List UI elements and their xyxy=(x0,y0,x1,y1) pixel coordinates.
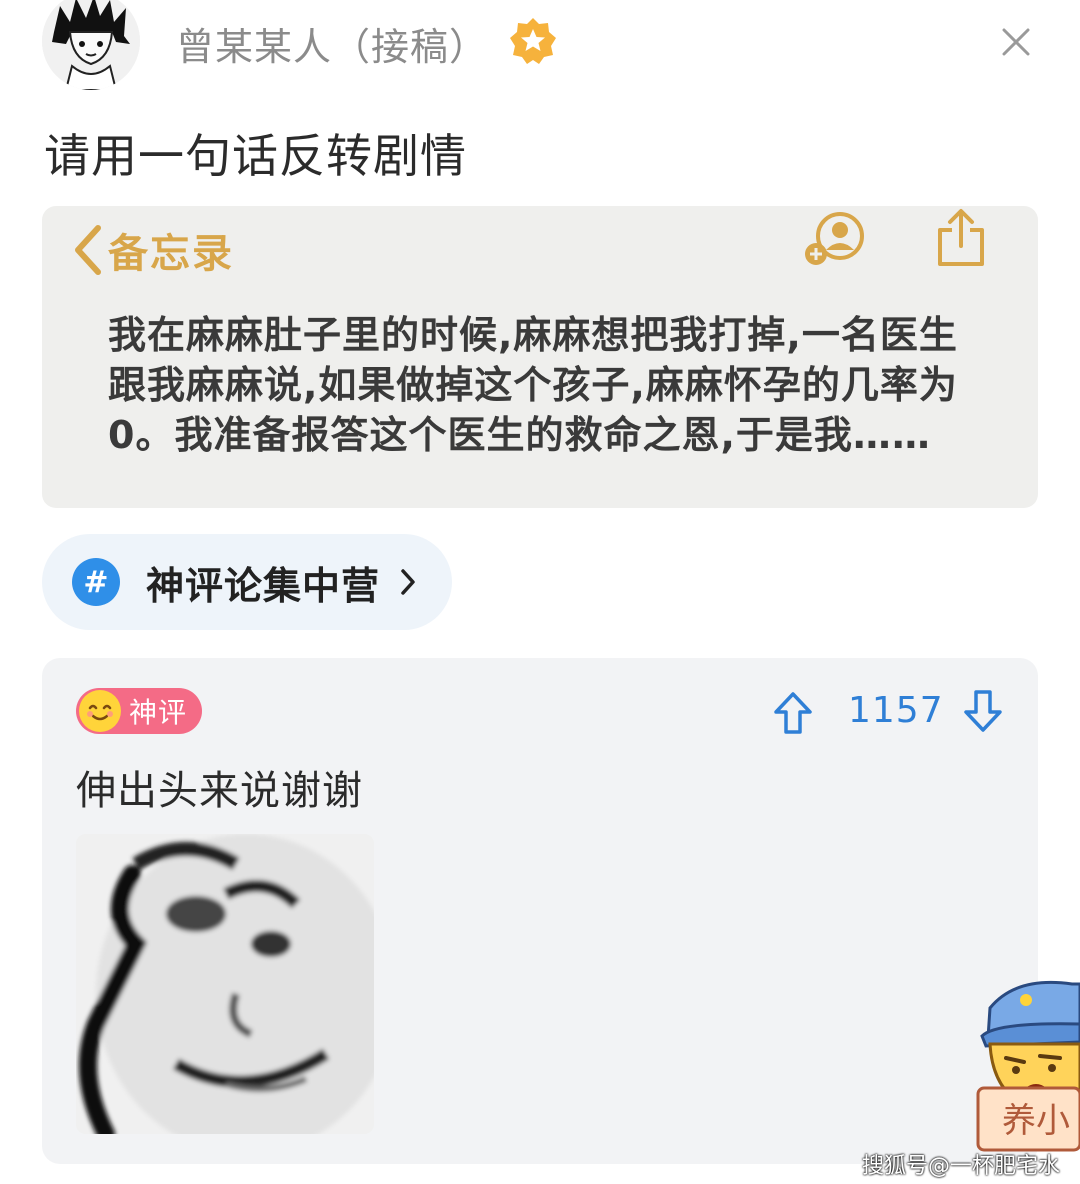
add-person-icon xyxy=(802,210,868,270)
meme-image[interactable] xyxy=(76,834,374,1134)
smile-emoji-icon xyxy=(79,690,121,732)
memo-image[interactable]: 备忘录 我在麻麻肚子里的时候,麻麻想把我打掉,一名医生跟我麻麻说,如果做掉这个孩… xyxy=(42,206,1038,508)
shenping-label: 神评 xyxy=(129,696,188,729)
vip-star-icon xyxy=(508,16,558,66)
comment-card: 神评 1157 伸出头来说谢谢 xyxy=(42,658,1038,1164)
share-icon xyxy=(934,206,988,270)
vote-count: 1157 xyxy=(848,690,944,731)
upvote-arrow-icon[interactable] xyxy=(772,690,814,736)
mascot-sign-text: 养小 xyxy=(1002,1101,1070,1141)
chevron-left-icon xyxy=(75,225,101,275)
shenping-badge: 神评 xyxy=(76,688,202,734)
topic-label: 神评论集中营 xyxy=(146,563,381,608)
comment-text: 伸出头来说谢谢 xyxy=(76,768,363,814)
memo-back-button: 备忘录 xyxy=(70,220,234,280)
watermark: 搜狐号@一杯肥宅水 xyxy=(862,1154,1061,1179)
avatar[interactable] xyxy=(42,0,140,90)
close-icon[interactable] xyxy=(996,22,1036,62)
post-title: 请用一句话反转剧情 xyxy=(44,129,467,183)
memo-text: 我在麻麻肚子里的时候,麻麻想把我打掉,一名医生跟我麻麻说,如果做掉这个孩子,麻麻… xyxy=(108,313,958,457)
mascot-sticker: 养小 xyxy=(976,978,1080,1154)
memo-back-label: 备忘录 xyxy=(108,231,234,277)
chevron-right-icon xyxy=(401,569,415,595)
username[interactable]: 曾某某人（接稿） xyxy=(176,16,488,71)
downvote-arrow-icon[interactable] xyxy=(962,688,1004,734)
topic-chip[interactable]: # 神评论集中营 xyxy=(42,534,452,630)
hashtag-icon: # xyxy=(72,558,120,606)
